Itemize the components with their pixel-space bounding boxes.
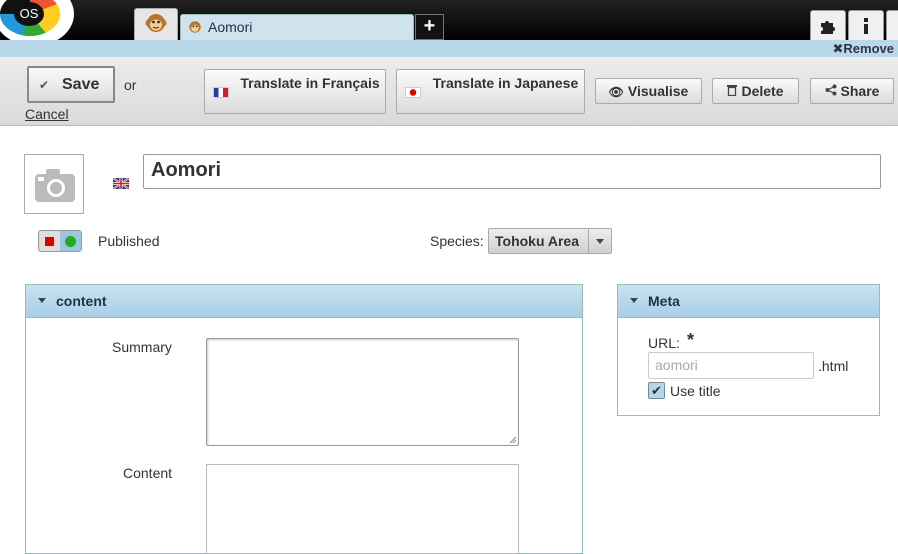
meta-panel-title: Meta (648, 293, 680, 309)
share-label: Share (840, 83, 880, 99)
remove-label: Remove (843, 41, 894, 56)
puzzle-icon (821, 21, 835, 34)
translate-japanese-label: Translate in Japanese (432, 75, 579, 91)
share-button[interactable]: Share (810, 78, 894, 104)
url-input[interactable]: aomori (648, 352, 814, 379)
title-input[interactable]: Aomori (143, 154, 881, 189)
eye-icon: 👁 (608, 85, 624, 99)
collapse-icon[interactable] (38, 298, 46, 307)
content-panel-title: content (56, 293, 107, 309)
species-label: Species: (430, 233, 484, 249)
published-indicator (65, 236, 76, 247)
chevron-down-icon[interactable] (588, 229, 611, 253)
france-flag-icon (213, 87, 229, 98)
mascot-tab[interactable] (134, 8, 178, 40)
close-icon: ✖ (832, 41, 844, 56)
cancel-link[interactable]: Cancel (25, 106, 69, 122)
collapse-icon[interactable] (630, 298, 638, 307)
summary-textarea[interactable] (206, 338, 519, 446)
use-title-checkbox[interactable]: ✔ (648, 382, 665, 399)
content-label: Content (123, 465, 173, 481)
info-button[interactable] (848, 10, 884, 41)
japan-flag-icon (405, 87, 421, 98)
species-value: Tohoku Area (495, 233, 580, 249)
resize-handle-icon[interactable] (509, 436, 517, 444)
tab-aomori[interactable]: Aomori (180, 14, 414, 40)
tab-label: Aomori (208, 19, 253, 35)
summary-label: Summary (112, 339, 172, 355)
status-label: Published (98, 233, 160, 249)
content-editor[interactable] (206, 464, 519, 554)
monkey-icon (189, 21, 201, 33)
trash-icon (727, 85, 738, 97)
save-button[interactable]: ✔ Save (27, 66, 115, 103)
monkey-icon (145, 14, 167, 32)
species-select[interactable]: Tohoku Area (488, 228, 612, 254)
logo-text: OS (14, 2, 44, 26)
content-panel-header[interactable]: content (26, 285, 582, 318)
camera-icon (35, 169, 75, 202)
unpublished-indicator (45, 237, 54, 246)
visualise-button[interactable]: 👁 Visualise (595, 78, 702, 104)
translate-japanese-button[interactable]: Translate in Japanese (396, 69, 585, 114)
translate-french-button[interactable]: Translate in Français (204, 69, 386, 114)
visualise-label: Visualise (627, 83, 689, 99)
uk-flag-icon (113, 178, 129, 189)
delete-button[interactable]: Delete (712, 78, 799, 104)
overflow-button[interactable] (886, 10, 898, 41)
url-label: URL: (648, 335, 680, 351)
use-title-label: Use title (670, 383, 721, 399)
add-tab-button[interactable]: + (415, 14, 444, 40)
or-text: or (124, 77, 137, 93)
translate-french-label: Translate in Français (240, 75, 380, 91)
meta-panel-header[interactable]: Meta (618, 285, 879, 318)
url-extension: .html (818, 358, 849, 374)
remove-link[interactable]: ✖Remove (833, 41, 894, 57)
delete-label: Delete (741, 83, 784, 99)
tab-strip (0, 40, 898, 57)
plugins-button[interactable] (810, 10, 846, 41)
share-icon (825, 84, 837, 96)
info-icon (864, 18, 868, 34)
save-label: Save (62, 76, 100, 93)
check-icon: ✔ (39, 78, 50, 92)
image-upload[interactable] (24, 154, 84, 214)
required-marker: * (687, 330, 695, 350)
publish-toggle[interactable] (38, 230, 82, 252)
